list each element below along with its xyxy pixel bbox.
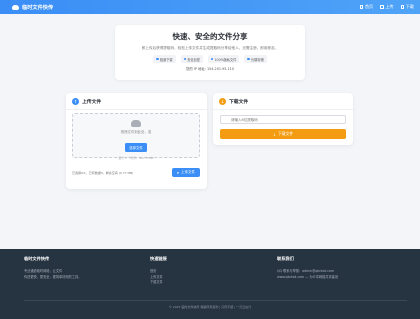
upload-button[interactable]: ➤ 上传文件	[171, 168, 200, 177]
copyright: © 2025 临时文件快传 保留所有权利 | 只传不留 | 一元云在计	[168, 305, 252, 309]
nav-link-download[interactable]: 下载	[400, 4, 414, 10]
footer: 临时文件快传 专业通道临时网络，让文件 传送更快，更安全，更简单好用的工具。 快…	[0, 249, 420, 319]
download-card: ↓ 下载文件 ↓ 下载文件	[213, 93, 353, 145]
feature-badge: 极速下载	[153, 55, 176, 63]
brand-logo[interactable]: 临时文件快传	[12, 4, 53, 11]
download-icon	[400, 5, 405, 9]
upload-card-header: ↑ 上传文件	[66, 93, 207, 110]
feature-label: 安全加密	[187, 57, 200, 62]
feature-badge: 安全加密	[180, 55, 203, 63]
download-icon: ↓	[272, 131, 276, 137]
footer-quick-links: 快速链接 首页 上传文件 下载文件	[150, 256, 230, 286]
upload-card-title: 上传文件	[82, 99, 102, 105]
dropzone-text: 拖拽文件到此处，或	[120, 130, 152, 134]
top-navbar: 临时文件快传 首页 上传 下载	[0, 0, 420, 14]
clock-icon	[247, 57, 250, 61]
feature-badge: 长期存储	[244, 55, 267, 63]
hero-title: 快速、安全的文件分享	[172, 32, 248, 41]
file-dropzone[interactable]: 拖拽文件到此处，或 选择文件 最大 1 个文件，Max 50MB	[72, 113, 200, 160]
footer-contact-title: 联系我们	[277, 256, 294, 261]
cloud-upload-icon	[131, 120, 141, 127]
upload-icon: ↑	[72, 97, 79, 105]
hero-subtitle: 即上传后获得提取码，轻松上传文件并生成提取码分享给他人，无需注册，即用即走。	[141, 46, 279, 50]
ip-address: 您的 IP 地址: 154.201.95.110	[186, 67, 234, 71]
footer-about: 临时文件快传 专业通道临时网络，让文件 传送更快，更安全，更简单好用的工具。	[24, 256, 124, 280]
feature-label: 100%隐私文件	[214, 57, 237, 62]
upload-button-label: 上传文件	[181, 170, 195, 174]
extract-code-input[interactable]	[220, 115, 346, 124]
nav-link-label: 下载	[405, 4, 414, 9]
download-card-title: 下载文件	[229, 99, 249, 105]
paper-plane-icon: ➤	[176, 170, 180, 175]
nav-links: 首页 上传 下载	[359, 4, 414, 10]
download-card-header: ↓ 下载文件	[213, 93, 353, 110]
footer-contact: 联系我们 QQ 联系与举报：admin@qkctxd.com www.qkctx…	[277, 256, 407, 280]
download-icon: ↓	[219, 97, 226, 105]
footer-divider	[24, 300, 407, 301]
footer-contact-site[interactable]: www.qkctxd.com — 为众享网络共享建设	[277, 275, 407, 281]
bolt-icon	[156, 57, 159, 61]
upload-status: 已选择0/1，已有数据0，剩余空间 (0.77 MB)	[72, 170, 134, 175]
choose-file-button[interactable]: 选择文件	[125, 143, 147, 152]
nav-link-upload[interactable]: 上传	[380, 4, 394, 10]
feature-badge: 100%隐私文件	[207, 55, 240, 63]
upload-limit: 最大 1 个文件，Max 50MB	[118, 156, 154, 160]
upload-footer: 已选择0/1，已有数据0，剩余空间 (0.77 MB) ➤ 上传文件	[72, 168, 200, 177]
footer-link-download[interactable]: 下载文件	[150, 280, 230, 286]
footer-about-text: 传送更快，更安全，更简单好用的工具。	[24, 274, 82, 279]
feature-badges: 极速下载 安全加密 100%隐私文件 长期存储	[115, 55, 305, 63]
shield-icon	[183, 57, 186, 61]
download-button-label: 下载文件	[278, 131, 294, 136]
download-button[interactable]: ↓ 下载文件	[220, 129, 346, 139]
footer-about-title: 临时文件快传	[24, 256, 50, 261]
nav-link-label: 首页	[364, 4, 374, 9]
feature-label: 极速下载	[159, 57, 173, 62]
nav-link-label: 上传	[385, 4, 394, 9]
footer-links-title: 快速链接	[150, 256, 167, 261]
brand-name: 临时文件快传	[22, 4, 54, 11]
upload-card: ↑ 上传文件 拖拽文件到此处，或 选择文件 最大 1 个文件，Max 50MB …	[66, 93, 207, 189]
cloud-icon	[12, 4, 19, 10]
home-icon	[359, 5, 364, 9]
upload-icon	[380, 5, 384, 9]
feature-label: 长期存储	[250, 57, 264, 62]
nav-link-home[interactable]: 首页	[359, 4, 374, 10]
hero-card: 快速、安全的文件分享 即上传后获得提取码，轻松上传文件并生成提取码分享给他人，无…	[115, 25, 305, 80]
lock-icon	[210, 57, 214, 61]
